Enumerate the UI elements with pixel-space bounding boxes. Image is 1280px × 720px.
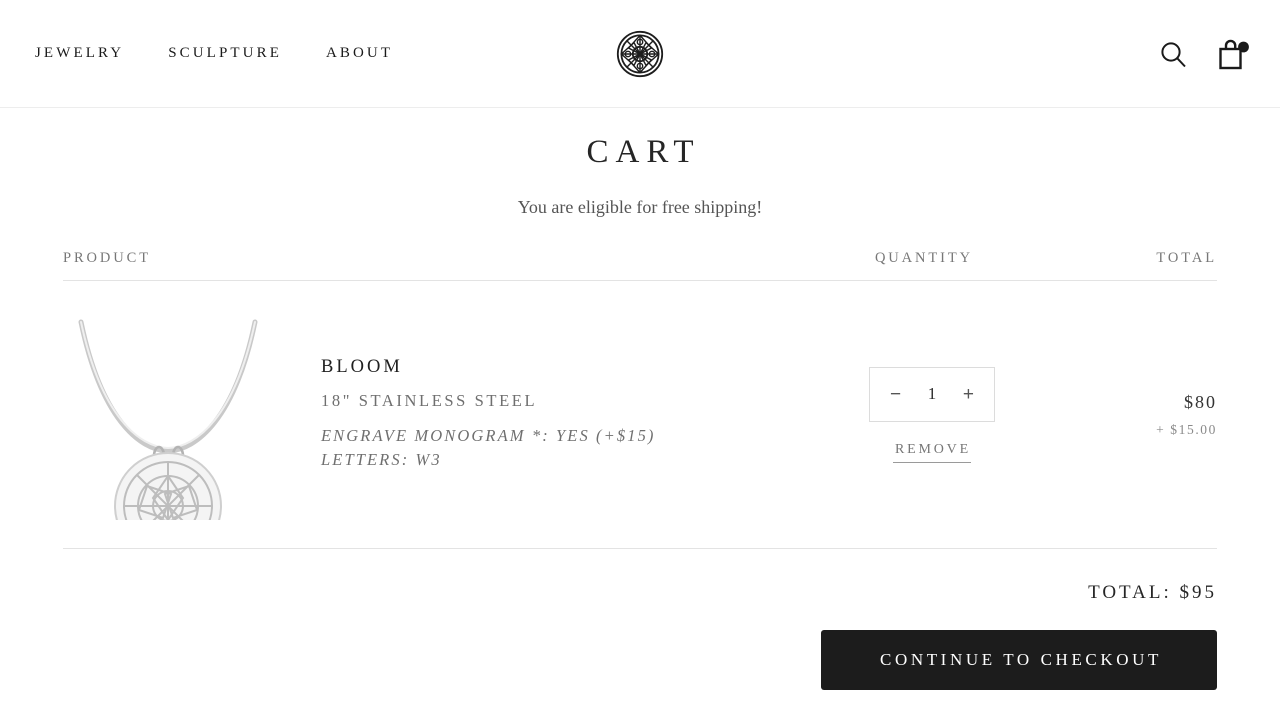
column-header-product: PRODUCT [63,250,151,266]
product-details: BLOOM 18" STAINLESS STEEL ENGRAVE MONOGR… [273,357,656,473]
column-header-total: TOTAL [1156,250,1217,266]
nav-item-about[interactable]: ABOUT [326,45,393,62]
header-icon-group [1158,37,1250,71]
continue-to-checkout-button[interactable]: CONTINUE TO CHECKOUT [821,630,1217,690]
cart-line-item: BLOOM 18" STAINLESS STEEL ENGRAVE MONOGR… [63,281,1217,560]
page-title: CART [586,134,701,170]
product-property-engrave: ENGRAVE MONOGRAM *: YES (+$15) [321,425,656,445]
quantity-cell: − 1 + REMOVE [817,366,1047,463]
cart-summary: TOTAL: $95 CONTINUE TO CHECKOUT [63,582,1217,690]
mandala-rosette-logo[interactable] [610,24,670,84]
line-item-addon-price: + $15.00 [1156,421,1217,437]
quantity-stepper[interactable]: − 1 + [869,366,995,422]
product-thumbnail[interactable] [63,310,273,560]
search-icon[interactable] [1158,39,1188,69]
cart-total: TOTAL: $95 [1088,582,1217,603]
line-item-price: $80 [1184,391,1217,412]
cart-table-header: PRODUCT QUANTITY TOTAL [63,249,1217,281]
remove-item-link[interactable]: REMOVE [893,442,971,463]
product-property-letters: LETTERS: W3 [321,450,442,469]
shopping-bag-icon[interactable] [1218,37,1250,71]
nav-item-jewelry[interactable]: JEWELRY [35,45,124,62]
column-header-quantity: QUANTITY [874,250,974,266]
quantity-increase-button[interactable]: + [960,383,977,406]
product-properties: ENGRAVE MONOGRAM *: YES (+$15) LETTERS: … [321,424,656,473]
product-cell: BLOOM 18" STAINLESS STEEL ENGRAVE MONOGR… [63,310,817,560]
free-shipping-note: You are eligible for free shipping! [517,197,763,217]
quantity-value: 1 [927,384,937,403]
cart-page: CART You are eligible for free shipping!… [63,108,1217,690]
site-header: JEWELRY SCULPTURE ABOUT [0,0,1280,108]
quantity-decrease-button[interactable]: − [887,383,904,406]
line-total-cell: $80 + $15.00 [1047,392,1217,438]
product-title[interactable]: BLOOM [321,357,656,378]
main-navigation: JEWELRY SCULPTURE ABOUT [35,45,393,62]
nav-item-sculpture[interactable]: SCULPTURE [168,45,282,62]
product-variant: 18" STAINLESS STEEL [321,390,538,410]
cart-badge-dot [1238,41,1249,52]
